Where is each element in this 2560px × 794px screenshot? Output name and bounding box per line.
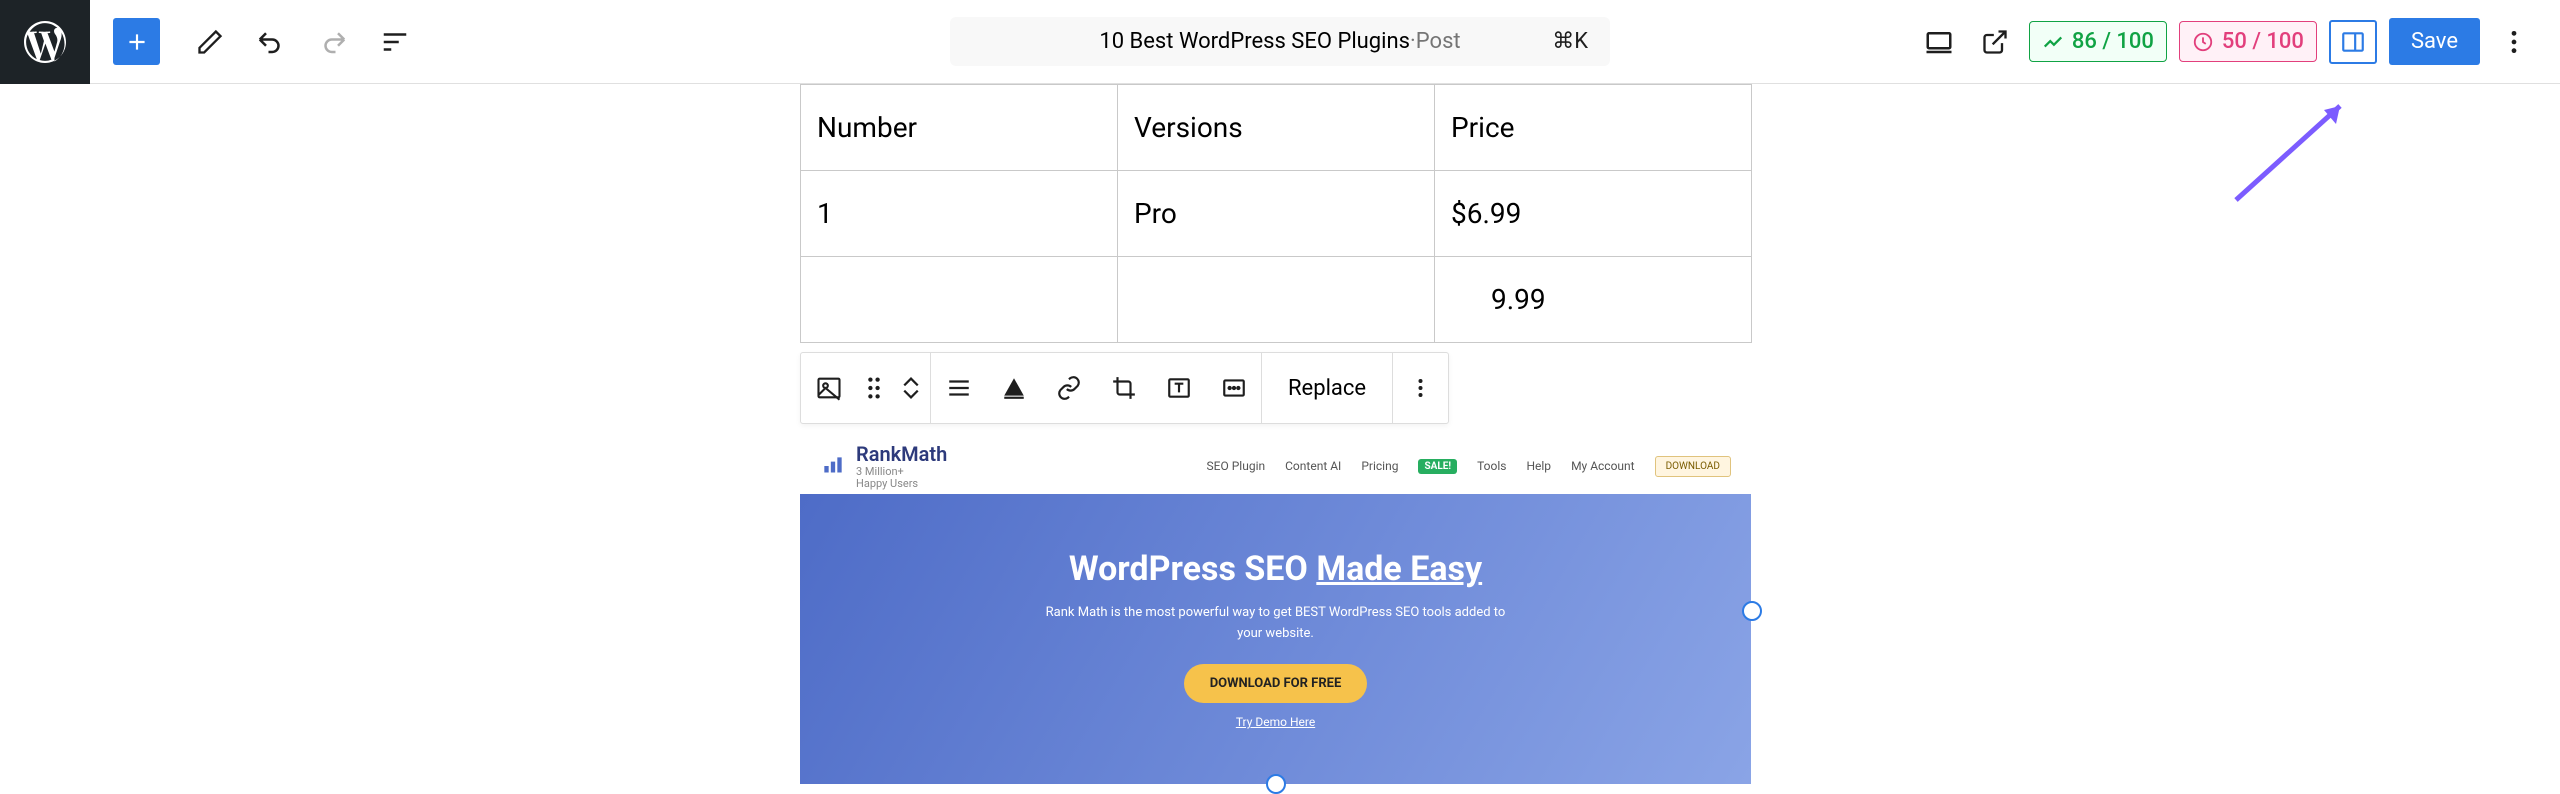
command-palette-shortcut: ⌘K <box>1552 29 1588 54</box>
table-cell[interactable]: $6.99 <box>1435 171 1752 257</box>
pricing-table[interactable]: Number Versions Price 1 Pro $6.99 9.99 <box>800 84 1752 343</box>
text-overlay-icon[interactable] <box>1151 353 1206 423</box>
document-type: Post <box>1416 29 1461 54</box>
seo-score-value: 86 / 100 <box>2072 29 2154 54</box>
readability-score-value: 50 / 100 <box>2222 29 2304 54</box>
move-up-down-icon[interactable] <box>892 353 930 423</box>
table-row: Number Versions Price <box>801 85 1752 171</box>
image-block-toolbar: Replace <box>800 352 1449 424</box>
image-hero-demo-link: Try Demo Here <box>1236 715 1315 729</box>
link-icon[interactable] <box>1041 353 1096 423</box>
document-overview-icon[interactable] <box>380 27 410 57</box>
replace-button[interactable]: Replace <box>1262 376 1392 401</box>
annotation-arrow <box>2224 90 2364 210</box>
table-cell[interactable]: Pro <box>1118 171 1435 257</box>
redo-icon[interactable] <box>318 27 348 57</box>
table-header-cell[interactable]: Number <box>801 85 1118 171</box>
duotone-icon[interactable] <box>1206 353 1261 423</box>
save-button[interactable]: Save <box>2389 18 2480 65</box>
image-hero-subhead: Rank Math is the most powerful way to ge… <box>1036 603 1516 645</box>
seo-score-badge[interactable]: 86 / 100 <box>2029 21 2167 62</box>
wordpress-logo[interactable] <box>0 0 90 84</box>
table-header-cell[interactable]: Versions <box>1118 85 1435 171</box>
table-cell[interactable]: 1 <box>801 171 1118 257</box>
table-row: 9.99 <box>801 257 1752 343</box>
document-title-button[interactable]: 10 Best WordPress SEO Plugins · Post ⌘K <box>950 17 1610 66</box>
crop-icon[interactable] <box>1096 353 1151 423</box>
table-cell[interactable] <box>801 257 1118 343</box>
align-icon[interactable] <box>931 353 986 423</box>
image-resize-handle-bottom[interactable] <box>1266 774 1286 794</box>
readability-score-badge[interactable]: 50 / 100 <box>2179 21 2317 62</box>
undo-icon[interactable] <box>256 27 286 57</box>
rankmath-logo: RankMath 3 Million+ Happy Users <box>820 442 947 490</box>
document-title: 10 Best WordPress SEO Plugins <box>1099 29 1410 54</box>
image-hero-headline: WordPress SEO Made Easy <box>1069 549 1482 589</box>
image-resize-handle-right[interactable] <box>1742 601 1762 621</box>
view-post-external-icon[interactable] <box>1973 20 2017 64</box>
drag-handle-icon[interactable] <box>856 353 892 423</box>
table-cell[interactable]: 9.99 <box>1435 257 1752 343</box>
image-hero-section: WordPress SEO Made Easy Rank Math is the… <box>800 494 1751 784</box>
table-row: 1 Pro $6.99 <box>801 171 1752 257</box>
image-block[interactable]: RankMath 3 Million+ Happy Users SEO Plug… <box>800 438 1751 784</box>
block-type-image-icon[interactable] <box>801 353 856 423</box>
add-block-button[interactable] <box>113 18 160 65</box>
view-device-icon[interactable] <box>1917 20 1961 64</box>
more-options-icon[interactable] <box>1393 353 1448 423</box>
options-menu-icon[interactable] <box>2492 20 2536 64</box>
image-hero-cta: DOWNLOAD FOR FREE <box>1184 664 1368 703</box>
image-site-header: RankMath 3 Million+ Happy Users SEO Plug… <box>800 438 1751 494</box>
edit-tool-icon[interactable] <box>196 28 224 56</box>
table-header-cell[interactable]: Price <box>1435 85 1752 171</box>
caption-icon[interactable] <box>986 353 1041 423</box>
table-cell[interactable] <box>1118 257 1435 343</box>
image-site-nav: SEO Plugin Content AI Pricing SALE! Tool… <box>1207 456 1731 477</box>
sidebar-toggle-button[interactable] <box>2329 20 2377 64</box>
